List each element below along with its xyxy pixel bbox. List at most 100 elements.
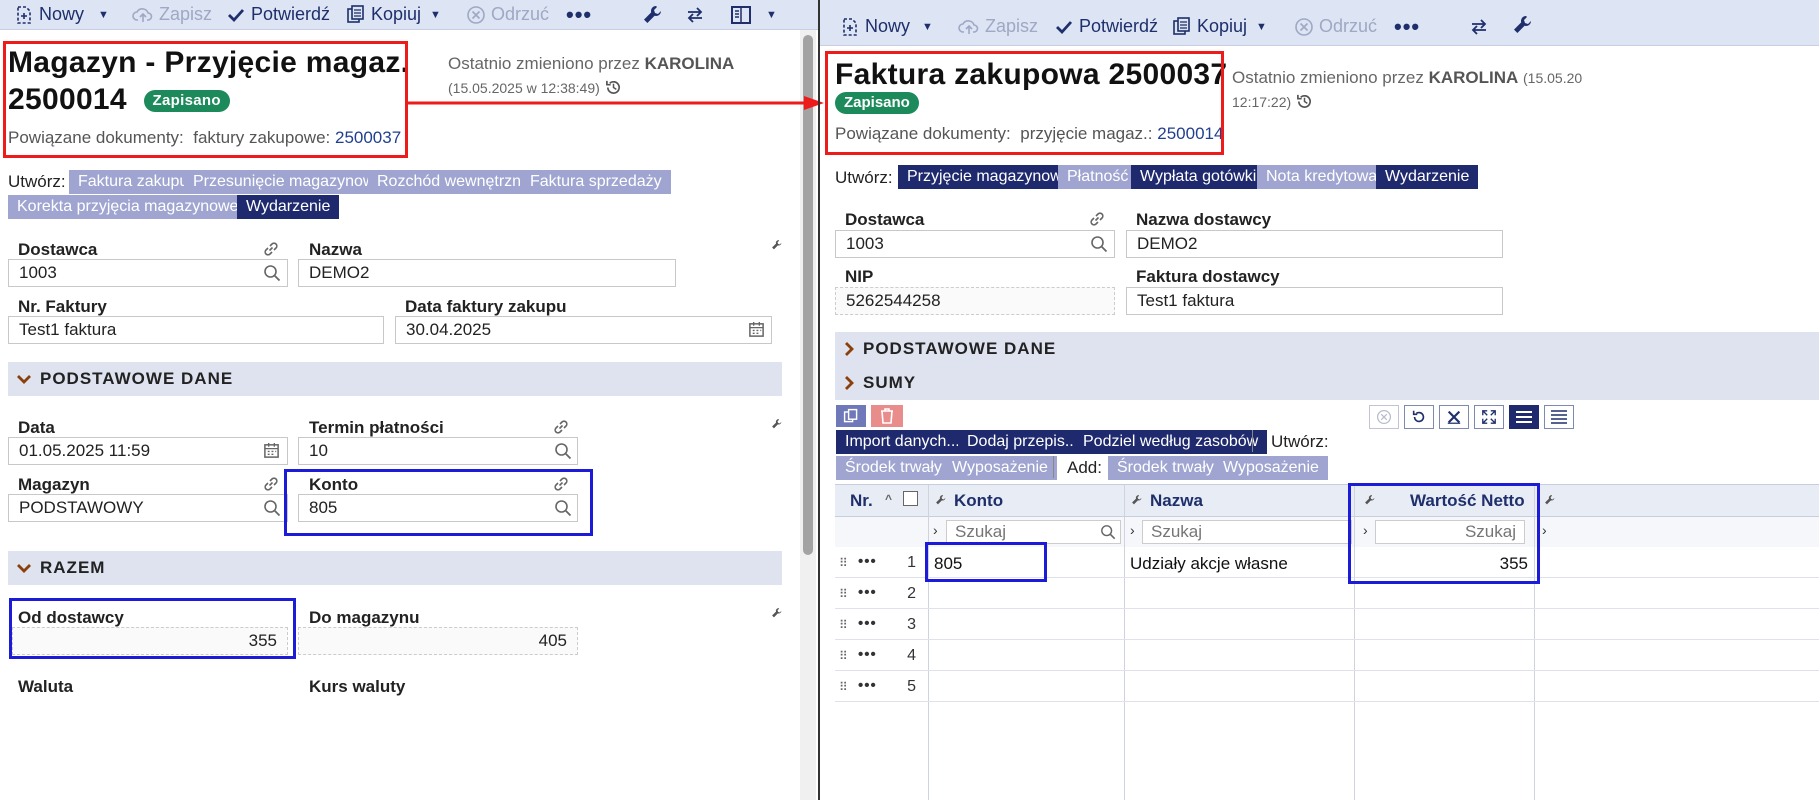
new-dropdown-chevron[interactable]: ▼ [922,21,933,33]
expand-search-icon[interactable]: › [1130,522,1135,538]
drag-handle-icon[interactable]: ⠿ [839,618,849,632]
create-equipment-button[interactable]: Wyposażenie [943,456,1057,480]
search-icon[interactable] [554,442,572,460]
search-icon[interactable] [263,499,281,517]
row-menu-icon[interactable]: ••• [858,646,877,663]
section-sums[interactable]: SUMY [835,366,1819,400]
history-icon[interactable] [1296,93,1313,110]
grid-cancel-button[interactable] [1369,405,1399,429]
search-name-input[interactable] [1142,520,1352,544]
create-internal-issue-button[interactable]: Rozchód wewnętrzny [368,170,539,194]
row-menu-icon[interactable]: ••• [858,584,877,601]
supplier-name-input[interactable]: DEMO2 [1126,230,1503,258]
confirm-button[interactable]: Potwierdź [226,4,330,25]
swap-icon[interactable] [686,6,704,24]
create-event-button[interactable]: Wydarzenie [237,195,340,219]
copy-row-button[interactable] [836,405,866,427]
calendar-icon[interactable] [263,442,280,459]
copy-dropdown-chevron[interactable]: ▼ [1256,21,1267,33]
wrench-small-icon[interactable] [771,418,783,430]
new-button[interactable]: Nowy [14,4,84,25]
swap-icon[interactable] [1470,18,1488,36]
grid-view-compact-button[interactable] [1544,405,1574,429]
name-input[interactable]: DEMO2 [298,259,676,287]
wrench-small-icon[interactable] [1131,494,1143,506]
wrench-small-icon[interactable] [771,239,783,251]
section-total[interactable]: RAZEM [8,551,782,585]
row-menu-icon[interactable]: ••• [858,677,877,694]
import-data-button[interactable]: Import danych... [836,430,969,454]
wrench-icon[interactable] [642,4,664,26]
wrench-small-icon[interactable] [1544,494,1556,506]
column-name[interactable]: Nazwa [1150,491,1203,511]
search-icon[interactable] [1100,524,1116,540]
link-icon[interactable] [262,475,280,493]
supplier-input[interactable]: 1003 [8,259,288,287]
copy-dropdown-chevron[interactable]: ▼ [430,9,441,21]
grid-undo-button[interactable] [1404,405,1434,429]
discard-button[interactable]: Odrzuć [466,4,549,25]
create-credit-note-button[interactable]: Nota kredytowa [1257,165,1387,189]
grid-view-list-button[interactable] [1509,405,1539,429]
create-receipt-correction-button[interactable]: Korekta przyjęcia magazynowego [8,195,266,219]
create-receipt-button[interactable]: Przyjęcie magazynowe [898,165,1080,189]
table-row[interactable]: ⠿ ••• 3 [835,609,1819,640]
save-button[interactable]: Zapisz [958,16,1038,37]
column-account[interactable]: Konto [954,491,1003,511]
create-transfer-button[interactable]: Przesunięcie magazynowe [184,170,393,194]
row-menu-icon[interactable]: ••• [858,553,877,570]
split-by-resources-button[interactable]: Podziel według zasobów [1074,430,1268,454]
wrench-small-icon[interactable] [771,607,783,619]
create-event-button[interactable]: Wydarzenie [1376,165,1479,189]
date-input[interactable]: 01.05.2025 11:59 [8,437,288,465]
sort-icon[interactable]: ^ [885,492,892,506]
drag-handle-icon[interactable]: ⠿ [839,649,849,663]
supplier-input[interactable]: 1003 [835,230,1115,258]
create-sales-invoice-button[interactable]: Faktura sprzedaży [521,170,671,194]
book-dropdown-chevron[interactable]: ▼ [766,9,777,21]
grid-excel-button[interactable] [1439,405,1469,429]
delete-row-button[interactable] [871,405,903,427]
expand-search-icon[interactable]: › [933,522,938,538]
wrench-icon[interactable] [1512,14,1534,36]
column-nr[interactable]: Nr. [850,491,873,511]
create-payment-button[interactable]: Płatność [1058,165,1138,189]
add-fixed-asset-button[interactable]: Środek trwały [1108,456,1223,480]
new-button[interactable]: Nowy [840,16,910,37]
section-basic-data[interactable]: PODSTAWOWE DANE [835,332,1819,366]
copy-button[interactable]: Kopiuj [1172,16,1247,37]
confirm-button[interactable]: Potwierdź [1054,16,1158,37]
link-icon[interactable] [552,418,570,436]
invoice-date-input[interactable]: 30.04.2025 [395,316,772,344]
drag-handle-icon[interactable]: ⠿ [839,680,849,694]
create-cash-withdrawal-button[interactable]: Wypłata gotówki [1131,165,1266,189]
create-purchase-invoice-button[interactable]: Faktura zakupu [69,170,198,194]
calendar-icon[interactable] [748,321,765,338]
history-icon[interactable] [605,79,622,96]
select-all-checkbox[interactable] [903,491,918,506]
new-dropdown-chevron[interactable]: ▼ [98,9,109,21]
search-icon[interactable] [1090,235,1108,253]
link-icon[interactable] [262,240,280,258]
book-icon[interactable] [730,4,752,26]
table-row[interactable]: ⠿ ••• 2 [835,578,1819,609]
drag-handle-icon[interactable]: ⠿ [839,587,849,601]
row-name[interactable]: Udziały akcje własne [1130,554,1288,574]
more-icon[interactable]: ••• [1394,14,1420,40]
payment-term-input[interactable]: 10 [298,437,578,465]
table-row[interactable]: ⠿ ••• 5 [835,671,1819,702]
left-scrollbar[interactable] [800,30,816,800]
expand-search-icon[interactable]: › [1542,522,1547,538]
row-menu-icon[interactable]: ••• [858,615,877,632]
drag-handle-icon[interactable]: ⠿ [839,556,849,570]
search-account-input[interactable] [946,520,1121,544]
link-icon[interactable] [1088,210,1106,228]
save-button[interactable]: Zapisz [132,4,212,25]
add-recipe-button[interactable]: Dodaj przepis... [958,430,1088,454]
add-equipment-button[interactable]: Wyposażenie [1214,456,1328,480]
supplier-invoice-input[interactable]: Test1 faktura [1126,287,1503,315]
table-row[interactable]: ⠿ ••• 4 [835,640,1819,671]
grid-expand-button[interactable] [1474,405,1504,429]
invoice-number-input[interactable]: Test1 faktura [8,316,384,344]
warehouse-input[interactable]: PODSTAWOWY [8,494,288,522]
